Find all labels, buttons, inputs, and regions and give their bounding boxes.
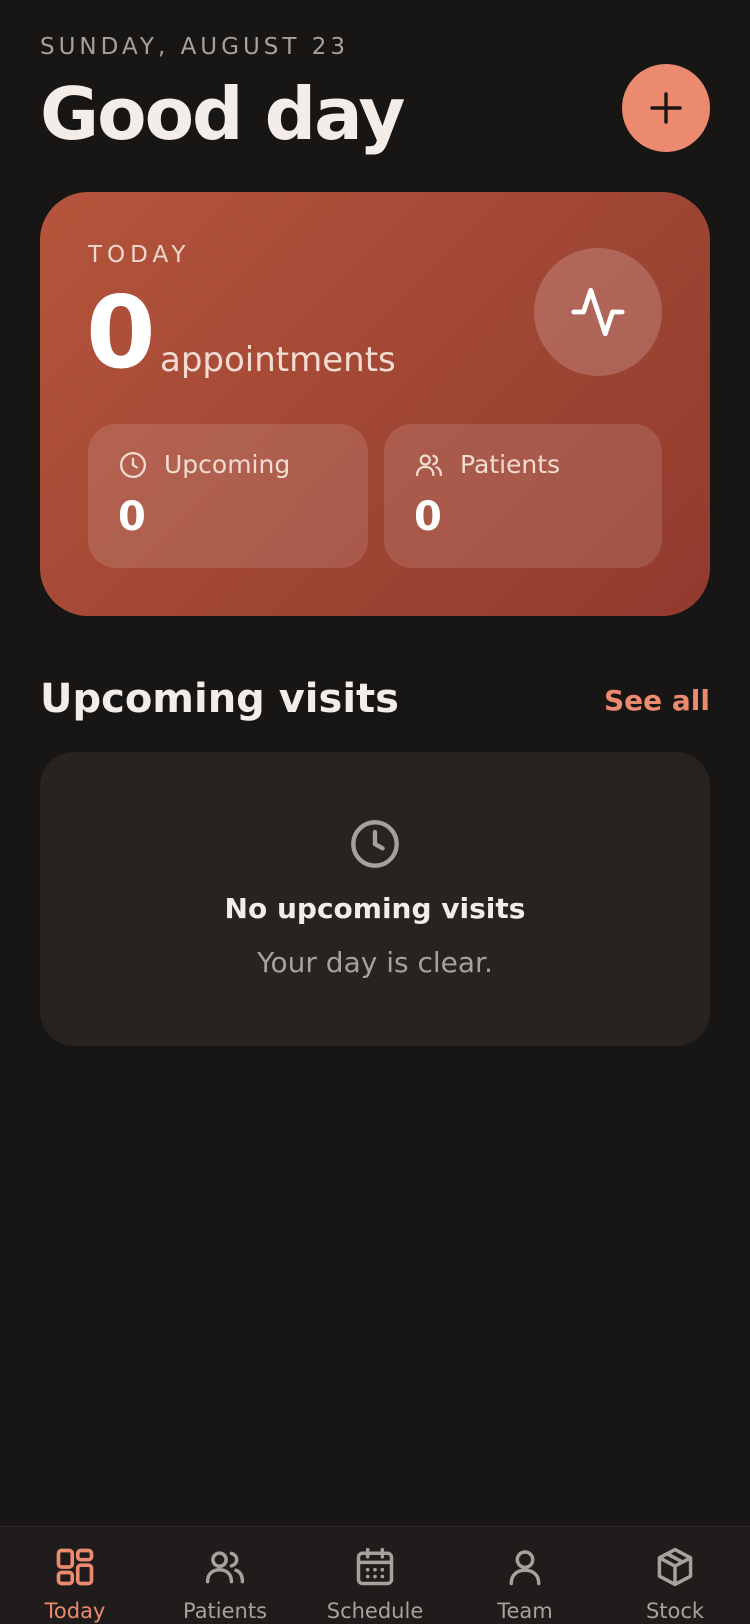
tab-schedule[interactable]: Schedule [300,1527,450,1624]
date-label: SUNDAY, AUGUST 23 [40,34,350,60]
patients-stat-value: 0 [414,494,442,540]
see-all-link[interactable]: See all [604,684,710,717]
patients-stat[interactable]: Patients 0 [384,424,662,568]
clock-icon [120,452,146,478]
today-summary-card[interactable]: TODAY 0 appointments Upcoming 0 Patients… [40,192,710,616]
upcoming-stat-value: 0 [118,494,146,540]
tab-team-label: Team [497,1599,553,1623]
tab-stock[interactable]: Stock [600,1527,750,1624]
bottom-tab-bar: Today Patients Schedule Team Stock [0,1526,750,1624]
appointment-unit: appointments [160,340,396,380]
summary-label: TODAY [88,242,191,268]
activity-icon [571,287,625,337]
tab-today[interactable]: Today [0,1527,150,1624]
tab-patients[interactable]: Patients [150,1527,300,1624]
tab-patients-label: Patients [182,1599,268,1623]
add-button[interactable] [622,64,710,152]
upcoming-visits-title: Upcoming visits [40,676,399,722]
patients-stat-label: Patients [460,450,561,479]
package-icon [657,1547,693,1587]
upcoming-stat[interactable]: Upcoming 0 [88,424,368,568]
upcoming-stat-label: Upcoming [164,450,291,479]
greeting-title: Good day [40,72,405,156]
tab-today-label: Today [44,1599,106,1623]
empty-state-subtitle: Your day is clear. [257,946,493,979]
users-icon [205,1551,245,1584]
activity-badge [534,248,662,376]
plus-icon [650,92,682,124]
person-icon [509,1550,541,1586]
calendar-icon [356,1547,394,1586]
grid-icon [56,1548,94,1586]
tab-schedule-label: Schedule [326,1599,424,1623]
empty-visits-card: No upcoming visits Your day is clear. [40,752,710,1046]
empty-state-title: No upcoming visits [224,892,526,925]
tab-stock-label: Stock [645,1599,705,1623]
tab-team[interactable]: Team [450,1527,600,1624]
clock-icon [351,820,399,868]
header: SUNDAY, AUGUST 23 Good day [40,0,710,170]
users-icon [416,454,442,477]
appointment-count: 0 [86,274,156,391]
